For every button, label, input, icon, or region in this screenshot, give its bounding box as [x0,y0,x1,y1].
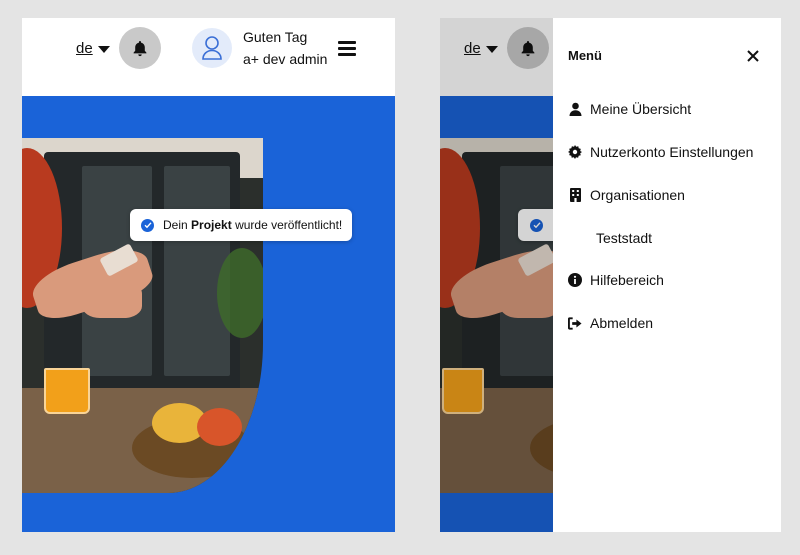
menu-item-label: Nutzerkonto Einstellungen [590,144,754,160]
menu-item-hilfebereich[interactable]: Hilfebereich [568,272,664,288]
bell-icon [133,40,147,56]
menu-item-label: Abmelden [590,315,654,331]
menu-item-label: Organisationen [590,187,685,203]
language-selector[interactable]: de [76,40,93,57]
menu-item-nutzerkonto-einstellungen[interactable]: Nutzerkonto Einstellungen [568,144,753,160]
side-menu: Menü Meine Übersicht Nutzerkonto Einstel… [553,18,781,532]
user-greeting: Guten Tag a+ dev admin [243,26,327,70]
close-menu-button[interactable] [745,48,761,64]
top-header: de Guten Tag a+ dev admin [22,18,395,96]
avatar[interactable] [192,28,232,68]
menu-item-label: Hilfebereich [590,272,664,288]
menu-item-teststadt[interactable]: Teststadt [596,230,652,246]
menu-title: Menü [568,48,602,63]
toast-message: Dein Projekt wurde veröffentlicht! [163,218,343,232]
info-icon [568,273,582,287]
user-icon [568,102,582,116]
menu-item-label: Meine Übersicht [590,101,692,117]
menu-backdrop[interactable] [440,18,553,532]
logout-icon [568,316,582,330]
user-name: a+ dev admin [243,51,328,67]
success-toast: Dein Projekt wurde veröffentlicht! [130,209,352,241]
hero-section [22,96,395,532]
user-outline-icon [202,36,222,60]
mobile-screen-home: de Guten Tag a+ dev admin Dein Projekt w… [22,18,395,532]
menu-item-meine-uebersicht[interactable]: Meine Übersicht [568,101,691,117]
greeting-line: Guten Tag [243,29,308,45]
menu-item-organisationen[interactable]: Organisationen [568,187,685,203]
mobile-screen-menu-open: de Menü Meine Übersicht Nutzerkonto Eins… [440,18,781,532]
hero-image [22,138,263,493]
check-circle-icon [141,218,154,232]
menu-item-abmelden[interactable]: Abmelden [568,315,653,331]
gear-icon [568,145,582,159]
building-icon [568,188,582,202]
chevron-down-icon[interactable] [98,46,110,53]
hamburger-menu-button[interactable] [338,41,356,56]
close-icon [747,50,759,62]
notifications-button[interactable] [119,27,161,69]
